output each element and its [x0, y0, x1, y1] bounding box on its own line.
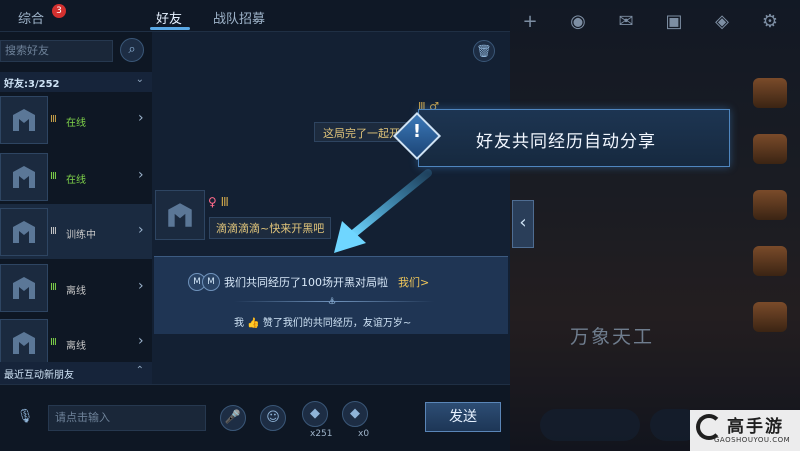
item-count: x251 [310, 429, 333, 439]
chevron-right-icon: › [138, 222, 144, 238]
friend-badges: ♀ Ⅲ [208, 195, 229, 209]
friend-status: 在线 [66, 118, 86, 129]
message-input[interactable]: 请点击输入 [48, 405, 206, 431]
mail-icon: ✉ [618, 11, 634, 32]
shared-experience-title: 我们共同经历了100场开黑对局啦 [224, 276, 388, 289]
default-avatar-icon [168, 203, 192, 227]
like-summary: 我 👍 赞了我们的共同经历，友谊万岁~ [234, 314, 411, 329]
friend-count: 好友:3/252 [4, 79, 60, 90]
send-button[interactable]: 发送 [425, 402, 501, 432]
like-text: 赞了我们的共同经历，友谊万岁~ [262, 318, 412, 329]
pair-avatars: M M [188, 273, 220, 291]
avatar [0, 208, 48, 256]
tab-overview[interactable]: 综合 [18, 8, 44, 27]
thumbs-up-icon: 👍 [247, 318, 260, 329]
friend-avatar[interactable] [155, 190, 205, 240]
friend-status: 训练中 [66, 230, 96, 241]
friend-status: 离线 [66, 341, 86, 352]
chevron-up-icon: ⌃ [135, 365, 144, 376]
background-toolbar: + ◉ ✉ ▣ ◈ ⚙ [520, 12, 780, 32]
recent-friends-label: 最近互动新朋友 [4, 370, 74, 381]
background-side-menu [740, 60, 800, 340]
side-menu-entry-2 [740, 116, 800, 166]
default-avatar-icon [13, 332, 35, 354]
active-tab-indicator [150, 27, 190, 30]
chat-message-friend: 滴滴滴滴~快来开黑吧 [209, 217, 332, 239]
side-menu-entry-5 [740, 284, 800, 334]
recent-friends-header[interactable]: 最近互动新朋友 ⌃ [0, 362, 152, 384]
side-menu-entry-1 [740, 60, 800, 110]
default-avatar-icon [13, 277, 35, 299]
emoji-icon[interactable]: ☺ [260, 405, 286, 431]
friend-status: 离线 [66, 286, 86, 297]
chevron-right-icon: › [138, 278, 144, 294]
avatar [0, 264, 48, 312]
avatar [0, 153, 48, 201]
female-icon: ♀ [208, 195, 217, 209]
search-icon[interactable]: ⌕ [120, 38, 144, 62]
side-menu-entry-4 [740, 228, 800, 278]
watermark-url: GAOSHOUYOU.COM [714, 436, 791, 444]
gift-item-icon-2[interactable]: ◆ [342, 401, 368, 427]
shared-experience-card[interactable]: M M 我们共同经历了100场开黑对局啦 我们> ⚓ 我 👍 赞了我们的共同经历… [154, 256, 508, 334]
rank-icon: Ⅲ [50, 226, 57, 237]
friend-sidebar: 搜索好友 ⌕ 好友:3/252 ⌄ Ⅲ 在线 › Ⅲ 在线 › Ⅲ 训练中 › … [0, 32, 152, 384]
default-avatar-icon [13, 166, 35, 188]
trash-icon[interactable]: 🗑 [473, 40, 495, 62]
like-prefix: 我 [234, 318, 244, 329]
avatar [0, 96, 48, 144]
avatar: M [202, 273, 220, 291]
friend-status: 在线 [66, 175, 86, 186]
default-avatar-icon [13, 221, 35, 243]
tab-friends[interactable]: 好友 [156, 8, 182, 27]
chat-input-bar: 🎙 请点击输入 🎤 ☺ ◆ x251 ◆ x0 发送 [0, 384, 510, 451]
friend-list-item[interactable]: Ⅲ 在线 › [0, 92, 152, 147]
settings-icon: ⚙ [761, 11, 779, 32]
anchor-icon: ⚓ [328, 297, 337, 307]
background-pill [540, 409, 640, 441]
chevron-right-icon: › [138, 333, 144, 349]
friend-list-item[interactable]: Ⅲ 在线 › [0, 149, 152, 204]
store-icon: ◈ [715, 11, 729, 32]
exclamation-icon: ! [412, 121, 422, 142]
our-experience-link[interactable]: 我们> [398, 274, 429, 290]
plus-icon: + [522, 11, 538, 32]
gift-item-icon[interactable]: ◆ [302, 401, 328, 427]
friends-icon: ◉ [570, 11, 586, 32]
default-avatar-icon [13, 109, 35, 131]
rank-icon: Ⅲ [50, 282, 57, 293]
side-menu-entry-3 [740, 172, 800, 222]
avatar [0, 319, 48, 367]
voice-settings-icon[interactable]: 🎙 [12, 405, 38, 431]
rank-icon: Ⅲ [50, 171, 57, 182]
shared-experience-title-row: M M 我们共同经历了100场开黑对局啦 我们> [188, 273, 429, 291]
background-banner: 万象天工 [570, 326, 655, 348]
rank-icon: Ⅲ [220, 195, 229, 209]
chevron-right-icon: › [138, 110, 144, 126]
gift-icon: ▣ [665, 11, 683, 32]
chevron-down-icon: ⌄ [135, 74, 144, 85]
tab-bar: 综合 3 好友 战队招募 [0, 0, 510, 32]
friend-list-item[interactable]: Ⅲ 训练中 › [0, 204, 152, 259]
microphone-icon[interactable]: 🎤 [220, 405, 246, 431]
rank-icon: Ⅲ [50, 337, 57, 348]
tutorial-arrow-icon [334, 169, 432, 253]
tab-team-recruit[interactable]: 战队招募 [213, 8, 265, 27]
chevron-right-icon: › [138, 167, 144, 183]
friend-list-item[interactable]: Ⅲ 离线 › [0, 260, 152, 315]
rank-icon: Ⅲ [50, 114, 57, 125]
notification-badge: 3 [52, 4, 66, 18]
friend-count-header[interactable]: 好友:3/252 ⌄ [0, 72, 152, 92]
item-count-2: x0 [358, 429, 370, 439]
watermark-title: 高手游 [727, 417, 784, 437]
collapse-panel-button[interactable]: ‹ [512, 200, 534, 248]
feature-tip-text: 好友共同经历自动分享 [476, 132, 656, 152]
friend-search-input[interactable]: 搜索好友 [0, 40, 113, 62]
